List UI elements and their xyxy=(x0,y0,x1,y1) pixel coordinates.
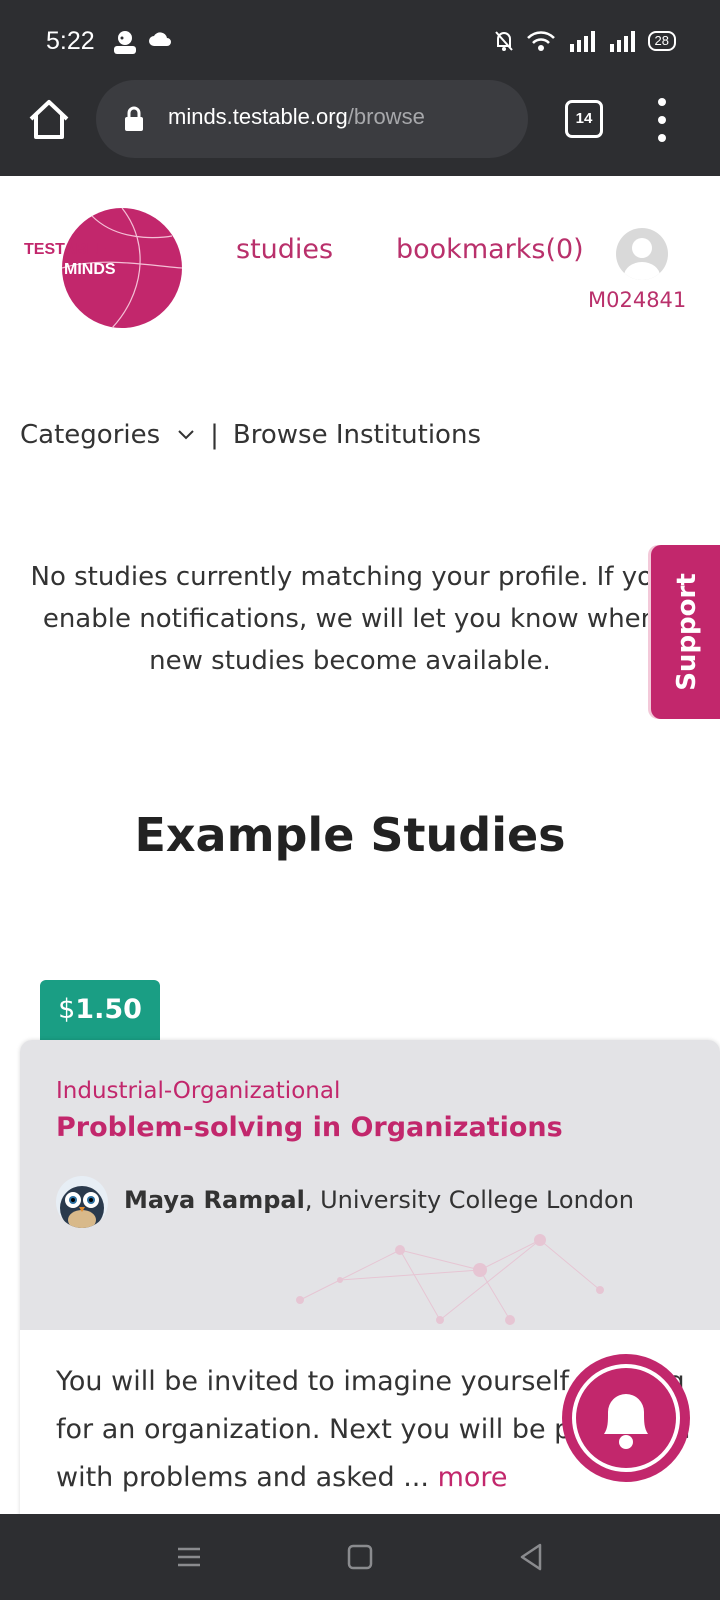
study-category: Industrial-Organizational xyxy=(56,1078,341,1104)
status-bar: 5:22 28 xyxy=(0,0,720,80)
no-studies-message: No studies currently matching your profi… xyxy=(30,562,670,676)
more-options-icon[interactable] xyxy=(650,98,674,142)
owl-icon xyxy=(60,1186,104,1228)
separator: | xyxy=(210,420,219,450)
browser-toolbar: minds.testable.org/browse 14 xyxy=(0,80,720,176)
user-id-label[interactable]: M024841 xyxy=(588,288,686,312)
site-header: TESTABLE MINDS studies bookmarks(0) M024… xyxy=(0,176,720,336)
address-bar[interactable]: minds.testable.org/browse xyxy=(96,80,528,158)
price-symbol: $ xyxy=(58,994,76,1025)
author-line: Maya Rampal, University College London xyxy=(124,1186,634,1214)
author-name: Maya Rampal xyxy=(124,1186,305,1214)
nav-bookmarks-link[interactable]: bookmarks(0) xyxy=(396,234,584,265)
status-right-icons: 28 xyxy=(494,30,676,52)
signal-icon xyxy=(569,31,595,52)
author-institution: , University College London xyxy=(304,1186,634,1214)
signal-icon xyxy=(609,31,635,52)
researcher-avatar xyxy=(56,1176,108,1228)
url-path: /browse xyxy=(347,104,425,129)
person-icon xyxy=(114,31,136,54)
wifi-icon xyxy=(526,31,555,51)
card-header: Industrial-Organizational Problem-solvin… xyxy=(20,1040,720,1330)
filter-bar: Categories | Browse Institutions xyxy=(20,420,481,450)
status-left-icons xyxy=(112,30,172,54)
user-silhouette-icon xyxy=(624,238,660,280)
price-badge: $1.50 xyxy=(40,980,160,1042)
testable-minds-logo[interactable]: TESTABLE MINDS xyxy=(22,206,186,330)
bell-icon xyxy=(604,1394,648,1449)
notifications-button[interactable] xyxy=(562,1354,690,1482)
categories-dropdown[interactable]: Categories xyxy=(20,420,160,450)
lock-icon xyxy=(125,106,143,131)
system-nav-bar xyxy=(0,1514,720,1600)
home-icon[interactable] xyxy=(26,97,72,143)
logo-text-line1: TESTABLE xyxy=(24,241,108,258)
support-button[interactable]: Support xyxy=(651,545,720,719)
status-time: 5:22 xyxy=(46,27,95,55)
tab-switcher-button[interactable]: 14 xyxy=(565,100,603,138)
battery-icon: 28 xyxy=(647,31,676,51)
more-link[interactable]: more xyxy=(438,1462,508,1493)
nav-studies-link[interactable]: studies xyxy=(236,234,333,265)
browse-institutions-link[interactable]: Browse Institutions xyxy=(233,420,481,450)
screen: 5:22 28 minds.testable.org/browse 14 TES… xyxy=(0,0,720,1600)
home-nav-icon[interactable] xyxy=(343,1540,377,1574)
recent-apps-icon[interactable] xyxy=(172,1540,206,1574)
study-title[interactable]: Problem-solving in Organizations xyxy=(56,1112,563,1143)
user-avatar[interactable] xyxy=(616,228,668,280)
logo-text-line2: MINDS xyxy=(64,261,116,278)
back-icon[interactable] xyxy=(514,1540,548,1574)
url-domain: minds.testable.org xyxy=(168,104,348,129)
chevron-down-icon[interactable] xyxy=(178,430,194,440)
price-value: 1.50 xyxy=(75,994,142,1025)
support-label: Support xyxy=(672,573,702,691)
network-background-art xyxy=(296,1234,604,1325)
section-title: Example Studies xyxy=(134,808,566,862)
cloud-icon xyxy=(149,32,171,46)
bell-off-icon xyxy=(494,31,513,51)
url-text: minds.testable.org/browse xyxy=(168,104,425,130)
